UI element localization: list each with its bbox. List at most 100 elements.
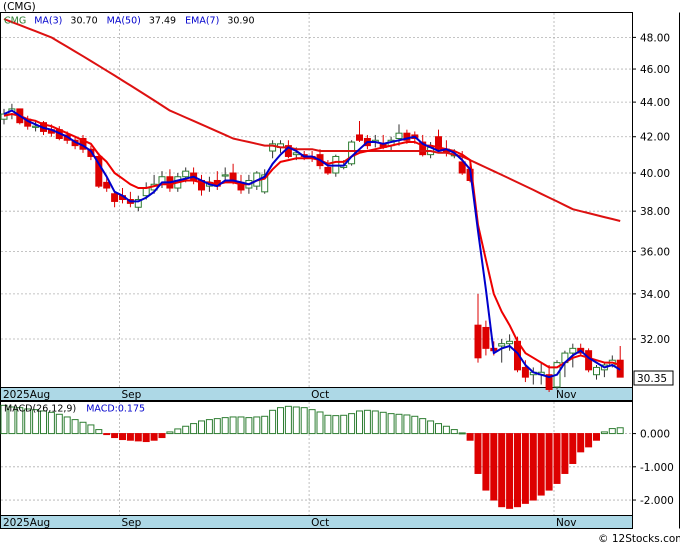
macd-bar: [379, 411, 387, 435]
macd-bar: [506, 433, 514, 509]
macd-bar: [403, 414, 411, 435]
candle-body: [569, 347, 577, 354]
macd-bar: [545, 433, 553, 491]
macd-bar: [95, 429, 103, 435]
macd-bar: [324, 414, 332, 435]
right-axis-bg: [633, 12, 680, 529]
macd-bar: [221, 417, 229, 435]
macd-bar: [142, 433, 150, 443]
candle-body: [221, 174, 229, 177]
macd-bar: [166, 431, 174, 435]
price-tick-label: 32.00: [640, 334, 670, 346]
legend-ma50-value: 37.49: [149, 16, 176, 27]
candle-body: [506, 340, 514, 345]
price-tick-label: 46.00: [640, 64, 670, 76]
macd-tick-label: -1.000: [640, 462, 674, 474]
macd-bar: [71, 419, 79, 435]
price-legend: CMG MA(3) 30.70 MA(50) 37.49 EMA(7) 30.9…: [4, 16, 255, 27]
macd-bar: [316, 411, 324, 435]
macd-bar: [237, 416, 245, 435]
candle-body: [474, 324, 482, 359]
macd-bar: [514, 433, 521, 508]
macd-bar: [158, 433, 166, 439]
month-label: Nov: [556, 517, 577, 529]
macd-bar: [521, 433, 529, 504]
macd-bar: [111, 433, 119, 439]
macd-bar: [47, 411, 55, 435]
macd-bar: [55, 413, 63, 435]
macd-bar: [245, 417, 253, 435]
price-tick-label: 40.00: [640, 168, 670, 180]
macd-bar: [182, 425, 190, 435]
macd-bar: [253, 416, 261, 435]
macd-bar: [600, 431, 608, 435]
macd-bar: [450, 429, 458, 435]
macd-bar: [103, 433, 111, 436]
macd-bar: [190, 423, 198, 435]
legend-ma50-label: MA(50): [107, 16, 141, 27]
price-tick-label: 48.00: [640, 32, 670, 44]
macd-bar: [87, 424, 95, 435]
macd-bar: [498, 433, 506, 508]
month-label: 2025Aug: [3, 389, 50, 401]
macd-bar: [419, 418, 427, 435]
macd-bar: [340, 414, 348, 435]
candle-body: [111, 193, 119, 202]
macd-bar: [411, 415, 419, 435]
price-tick-label: 36.00: [640, 246, 670, 258]
macd-bar: [356, 410, 363, 435]
macd-bar: [213, 418, 221, 435]
legend-ma3-label: MA(3): [34, 16, 62, 27]
macd-bar: [435, 423, 442, 435]
candle-body: [521, 366, 529, 378]
candle-body: [103, 181, 111, 189]
stock-chart: 32.00 34.00 36.00 38.00 40.00 42.00 44.00 46.00…: [0, 1, 680, 545]
macd-bar: [134, 433, 142, 442]
legend-symbol: CMG: [4, 16, 26, 27]
candle-body: [585, 350, 593, 371]
legend-ma3-value: 30.70: [70, 16, 97, 27]
macd-bar: [79, 421, 87, 435]
macd-bar: [387, 413, 395, 435]
macd-bar: [119, 433, 126, 441]
macd-bar: [427, 420, 435, 435]
macd-bar: [205, 419, 213, 435]
price-tick-label: 44.00: [640, 97, 670, 109]
macd-tick-label: -2.000: [640, 495, 674, 507]
price-tick-label: 42.00: [640, 132, 670, 144]
macd-bar: [363, 409, 371, 435]
macd-legend: MACD(26,12,9) MACD:0.175: [4, 404, 145, 415]
macd-bar: [616, 427, 624, 435]
macd-bar: [300, 407, 308, 435]
macd-bar: [261, 415, 269, 435]
macd-legend-value: MACD:0.175: [86, 404, 145, 415]
macd-bar: [63, 416, 71, 435]
macd-bar: [308, 409, 316, 435]
macd-bar: [577, 433, 585, 453]
macd-tick-label: 0.000: [640, 429, 670, 441]
macd-bar: [284, 405, 292, 435]
macd-bar: [529, 433, 537, 501]
macd-bar: [126, 433, 134, 441]
month-label: Sep: [122, 517, 142, 529]
month-label: Oct: [311, 517, 329, 529]
macd-bar: [593, 433, 600, 441]
macd-bar: [474, 433, 482, 474]
macd-bar: [395, 413, 403, 435]
macd-bar: [277, 407, 284, 435]
candle-body: [324, 166, 332, 174]
macd-bar: [482, 433, 490, 491]
macd-bar: [292, 406, 300, 435]
macd-bar: [490, 433, 498, 501]
candle-body: [482, 326, 490, 349]
candle-body: [182, 170, 190, 178]
month-label: Sep: [122, 389, 142, 401]
macd-bar: [537, 433, 545, 496]
macd-bar: [561, 433, 569, 474]
legend-ema7-value: 30.90: [227, 16, 254, 27]
month-label: 2025Aug: [3, 517, 50, 529]
candle-body: [395, 132, 403, 139]
price-tick-label: 34.00: [640, 289, 670, 301]
candle-body: [142, 187, 150, 197]
month-label: Nov: [556, 389, 577, 401]
